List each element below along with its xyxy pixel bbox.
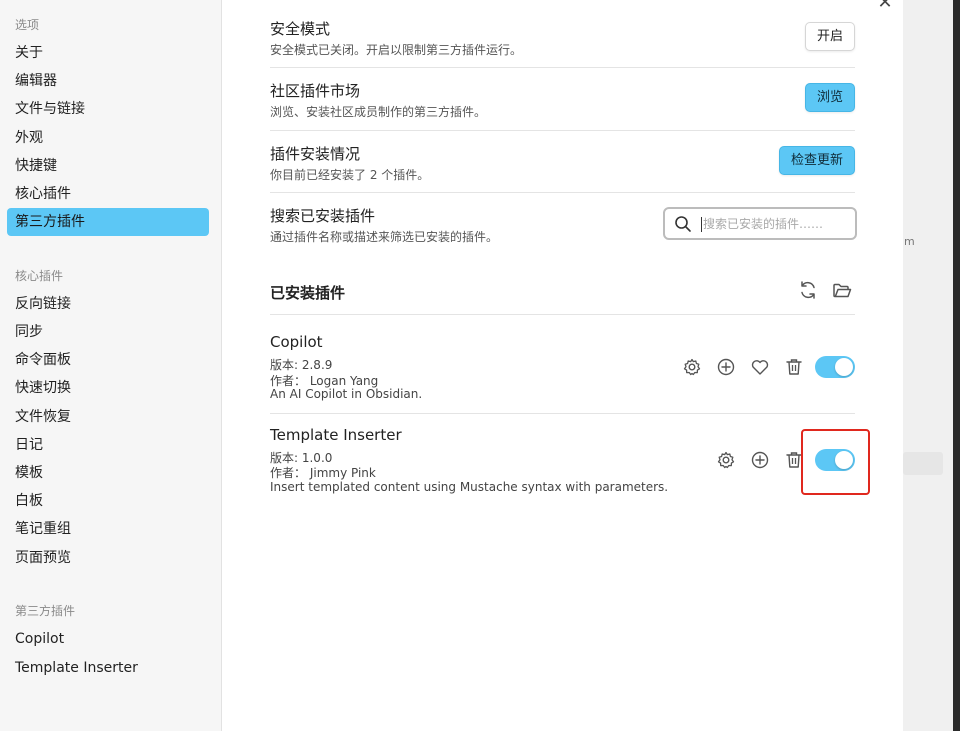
background-bar (903, 452, 943, 475)
sidebar-item-core-plugins[interactable]: 核心插件 (7, 180, 209, 208)
sidebar-item-daily-notes[interactable]: 日记 (7, 431, 209, 459)
plugin-description: Insert templated content using Mustache … (270, 480, 669, 494)
sidebar-heading-options: 选项 (15, 18, 40, 32)
setting-name: 搜索已安装插件 (270, 207, 376, 225)
gear-icon[interactable] (715, 449, 737, 471)
background-text-fragment: m (904, 235, 915, 248)
sidebar-item-quick-switcher[interactable]: 快速切换 (7, 374, 209, 402)
check-updates-button[interactable]: 检查更新 (779, 146, 855, 175)
plugin-name: Template Inserter (270, 426, 402, 444)
setting-installed-status: 插件安装情况 你目前已经安装了 2 个插件。 检查更新 (270, 131, 855, 193)
sidebar-item-sync[interactable]: 同步 (7, 318, 209, 346)
sidebar-item-copilot[interactable]: Copilot (7, 625, 209, 653)
sidebar-item-appearance[interactable]: 外观 (7, 124, 209, 152)
sidebar-item-files-links[interactable]: 文件与链接 (7, 95, 209, 123)
plugin-description: An AI Copilot in Obsidian. (270, 387, 423, 401)
plus-circle-icon[interactable] (715, 356, 737, 378)
plugin-name: Copilot (270, 333, 323, 351)
toggle-knob (835, 358, 853, 376)
plus-circle-icon[interactable] (749, 449, 771, 471)
background-dark-strip (953, 0, 960, 731)
sidebar-item-template-inserter[interactable]: Template Inserter (7, 654, 209, 682)
plugin-version: 版本: 2.8.9 (270, 358, 333, 372)
setting-description: 通过插件名称或描述来筛选已安装的插件。 (270, 230, 499, 244)
search-icon (675, 216, 691, 232)
search-installed-field[interactable] (663, 207, 857, 240)
setting-name: 安全模式 (270, 20, 331, 38)
plugin-row-copilot: Copilot 版本: 2.8.9 作者： Logan Yang An AI C… (270, 315, 855, 414)
sidebar-item-about[interactable]: 关于 (7, 39, 209, 67)
sidebar-item-file-recovery[interactable]: 文件恢复 (7, 403, 209, 431)
setting-safe-mode: 安全模式 安全模式已关闭。开启以限制第三方插件运行。 开启 (270, 0, 855, 68)
heart-icon[interactable] (749, 356, 771, 378)
setting-description: 浏览、安装社区成员制作的第三方插件。 (270, 105, 487, 119)
plugin-row-template-inserter: Template Inserter 版本: 1.0.0 作者： Jimmy Pi… (270, 414, 855, 504)
sidebar-item-page-preview[interactable]: 页面预览 (7, 544, 209, 572)
sidebar-item-canvas[interactable]: 白板 (7, 487, 209, 515)
browse-button[interactable]: 浏览 (805, 83, 855, 112)
text-caret (701, 217, 702, 232)
sidebar-item-hotkeys[interactable]: 快捷键 (7, 152, 209, 180)
installed-plugins-title: 已安装插件 (270, 284, 346, 302)
template-inserter-enable-toggle[interactable] (815, 449, 855, 471)
sidebar-item-note-composer[interactable]: 笔记重组 (7, 515, 209, 543)
sidebar-item-third-party-plugins[interactable]: 第三方插件 (7, 208, 209, 236)
sidebar-item-templates[interactable]: 模板 (7, 459, 209, 487)
sidebar-item-editor[interactable]: 编辑器 (7, 67, 209, 95)
search-installed-input[interactable] (703, 213, 851, 235)
setting-name: 社区插件市场 (270, 82, 361, 100)
setting-name: 插件安装情况 (270, 145, 361, 163)
setting-community-plugins: 社区插件市场 浏览、安装社区成员制作的第三方插件。 浏览 (270, 68, 855, 131)
folder-icon[interactable] (831, 279, 853, 301)
sidebar-item-command-palette[interactable]: 命令面板 (7, 346, 209, 374)
gear-icon[interactable] (681, 356, 703, 378)
toggle-knob (835, 451, 853, 469)
settings-content: ✕ 安全模式 安全模式已关闭。开启以限制第三方插件运行。 开启 社区插件市场 浏… (222, 0, 903, 731)
safe-mode-on-button[interactable]: 开启 (805, 22, 855, 51)
sidebar-heading-core: 核心插件 (15, 269, 64, 283)
trash-icon[interactable] (783, 449, 805, 471)
sidebar-heading-third-party: 第三方插件 (15, 604, 76, 618)
setting-description: 你目前已经安装了 2 个插件。 (270, 168, 430, 182)
background-window: m (903, 0, 960, 731)
settings-sidebar: 选项 关于 编辑器 文件与链接 外观 快捷键 核心插件 第三方插件 核心插件 反… (0, 0, 222, 731)
setting-description: 安全模式已关闭。开启以限制第三方插件运行。 (270, 43, 523, 57)
refresh-icon[interactable] (797, 279, 819, 301)
copilot-enable-toggle[interactable] (815, 356, 855, 378)
close-icon[interactable]: ✕ (874, 0, 896, 14)
plugin-author: 作者： Jimmy Pink (270, 466, 376, 480)
sidebar-item-backlinks[interactable]: 反向链接 (7, 290, 209, 318)
trash-icon[interactable] (783, 356, 805, 378)
